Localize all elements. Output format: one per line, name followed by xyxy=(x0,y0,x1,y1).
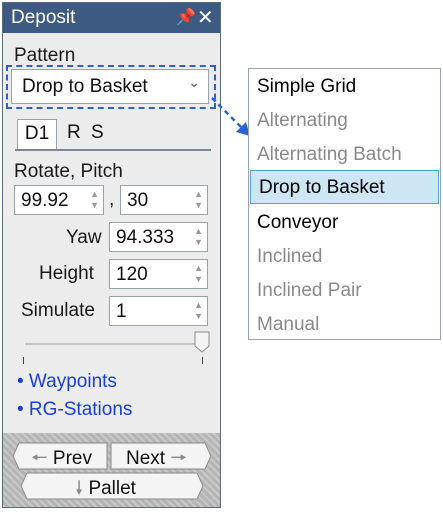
option-inclined-pair[interactable]: Inclined Pair xyxy=(249,274,440,308)
tab-d1[interactable]: D1 xyxy=(17,119,57,149)
pattern-dropdown[interactable]: Drop to Basket ⌄ xyxy=(11,69,209,104)
option-inclined[interactable]: Inclined xyxy=(249,240,440,274)
spin-up-icon[interactable]: ▲ xyxy=(194,264,203,273)
pallet-label: Pallet xyxy=(88,478,136,499)
simulate-value: 1 xyxy=(116,301,127,322)
spin-down-icon[interactable]: ▼ xyxy=(90,201,99,210)
option-alternating-batch[interactable]: Alternating Batch xyxy=(249,138,440,172)
rg-stations-link[interactable]: • RG-Stations xyxy=(17,399,132,421)
spin-up-icon[interactable]: ▲ xyxy=(194,301,203,310)
simulate-stepper[interactable]: 1 ▲ ▼ xyxy=(109,296,208,326)
rotate-pitch-label: Rotate, Pitch xyxy=(14,161,123,182)
slider-tick xyxy=(23,357,24,364)
option-simple-grid[interactable]: Simple Grid xyxy=(249,70,440,104)
option-drop-to-basket[interactable]: Drop to Basket xyxy=(250,170,439,204)
spin-up-icon[interactable]: ▲ xyxy=(194,227,203,236)
arrow-right-icon: 🠖 xyxy=(170,448,187,469)
tab-divider xyxy=(15,149,211,151)
spin-down-icon[interactable]: ▼ xyxy=(194,312,203,321)
waypoints-link[interactable]: • Waypoints xyxy=(17,371,117,393)
next-button[interactable]: Next 🠖 xyxy=(126,444,187,476)
chevron-down-icon: ⌄ xyxy=(188,74,200,90)
spin-down-icon[interactable]: ▼ xyxy=(194,201,203,210)
pattern-options-list: Simple Grid Alternating Alternating Batc… xyxy=(248,68,441,340)
prev-label: Prev xyxy=(52,448,92,469)
pattern-value: Drop to Basket xyxy=(22,76,148,97)
height-stepper[interactable]: 120 ▲ ▼ xyxy=(109,259,208,289)
option-manual[interactable]: Manual xyxy=(249,308,440,342)
yaw-label: Yaw xyxy=(66,227,102,248)
pitch-stepper[interactable]: 30 ▲ ▼ xyxy=(120,185,208,215)
nav-area: 🠔 Prev Next 🠖 🠗 Pallet xyxy=(3,433,220,507)
pitch-value: 30 xyxy=(127,190,149,211)
panel-titlebar: Deposit 📌 ✕ xyxy=(3,3,220,33)
rotate-stepper[interactable]: 99.92 ▲ ▼ xyxy=(14,185,104,215)
pallet-button[interactable]: 🠗 Pallet xyxy=(75,474,136,506)
option-alternating[interactable]: Alternating xyxy=(249,104,440,138)
next-label: Next xyxy=(126,448,166,469)
prev-button[interactable]: 🠔 Prev xyxy=(31,444,92,476)
spin-up-icon[interactable]: ▲ xyxy=(194,190,203,199)
slider-tick xyxy=(202,357,203,364)
simulate-label: Simulate xyxy=(21,300,95,321)
simulate-slider[interactable] xyxy=(25,343,208,345)
spin-up-icon[interactable]: ▲ xyxy=(90,190,99,199)
deposit-panel: Deposit 📌 ✕ Pattern Drop to Basket ⌄ D1 … xyxy=(2,2,221,508)
pitch-separator: , xyxy=(109,189,115,210)
rotate-value: 99.92 xyxy=(21,190,69,211)
yaw-value: 94.333 xyxy=(116,227,175,248)
pattern-label: Pattern xyxy=(14,45,76,66)
panel-title: Deposit xyxy=(11,7,76,28)
option-conveyor[interactable]: Conveyor xyxy=(249,206,440,240)
close-icon[interactable]: ✕ xyxy=(197,5,214,30)
yaw-stepper[interactable]: 94.333 ▲ ▼ xyxy=(109,222,208,252)
spin-down-icon[interactable]: ▼ xyxy=(194,238,203,247)
slider-thumb[interactable] xyxy=(194,331,210,353)
pin-icon[interactable]: 📌 xyxy=(176,7,196,27)
height-value: 120 xyxy=(116,264,148,285)
arrow-left-icon: 🠔 xyxy=(31,448,48,469)
spin-down-icon[interactable]: ▼ xyxy=(194,275,203,284)
tab-s[interactable]: S xyxy=(91,122,104,144)
arrow-down-icon: 🠗 xyxy=(75,478,84,499)
height-label: Height xyxy=(39,263,94,284)
tab-r[interactable]: R xyxy=(67,122,81,144)
tab-bar: D1 R S xyxy=(15,119,211,151)
